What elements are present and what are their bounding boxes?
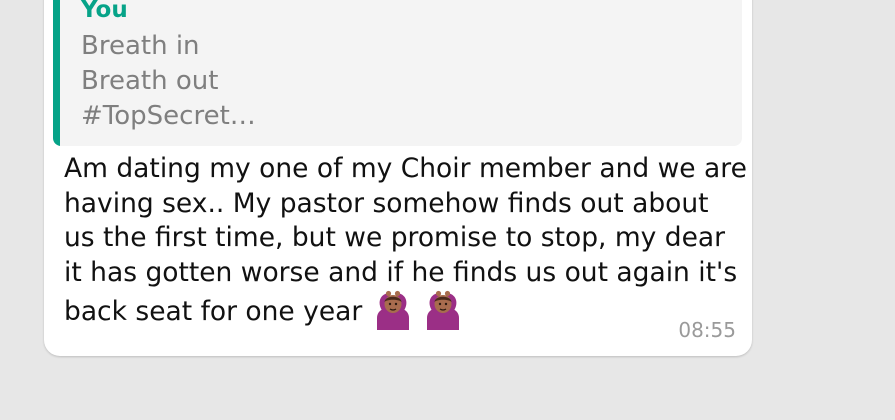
quoted-line: Breath in — [81, 31, 200, 61]
message-bubble[interactable]: You Breath in Breath out #TopSecret… Am … — [44, 0, 752, 356]
quoted-line: Breath out — [81, 66, 219, 96]
quoted-message[interactable]: You Breath in Breath out #TopSecret… — [53, 0, 742, 146]
message-line: it has gotten worse and if he finds us o… — [64, 256, 738, 288]
quoted-line: #TopSecret… — [81, 101, 256, 131]
message-line: back seat for one year — [64, 296, 363, 327]
message-line: us the first time, but we promise to sto… — [64, 222, 726, 253]
message-last-line: back seat for one year — [64, 290, 744, 330]
message-text: Am dating my one of my Choir member and … — [64, 152, 747, 330]
quoted-author: You — [81, 0, 128, 23]
message-line: having sex.. My pastor somehow finds out… — [64, 187, 709, 219]
quote-accent-bar — [53, 0, 60, 146]
person-gesturing-ok-icon — [427, 290, 460, 330]
message-timestamp: 08:55 — [678, 318, 736, 342]
person-gesturing-ok-icon — [376, 290, 409, 330]
message-line: Am dating my one of my Choir member and … — [64, 153, 747, 184]
